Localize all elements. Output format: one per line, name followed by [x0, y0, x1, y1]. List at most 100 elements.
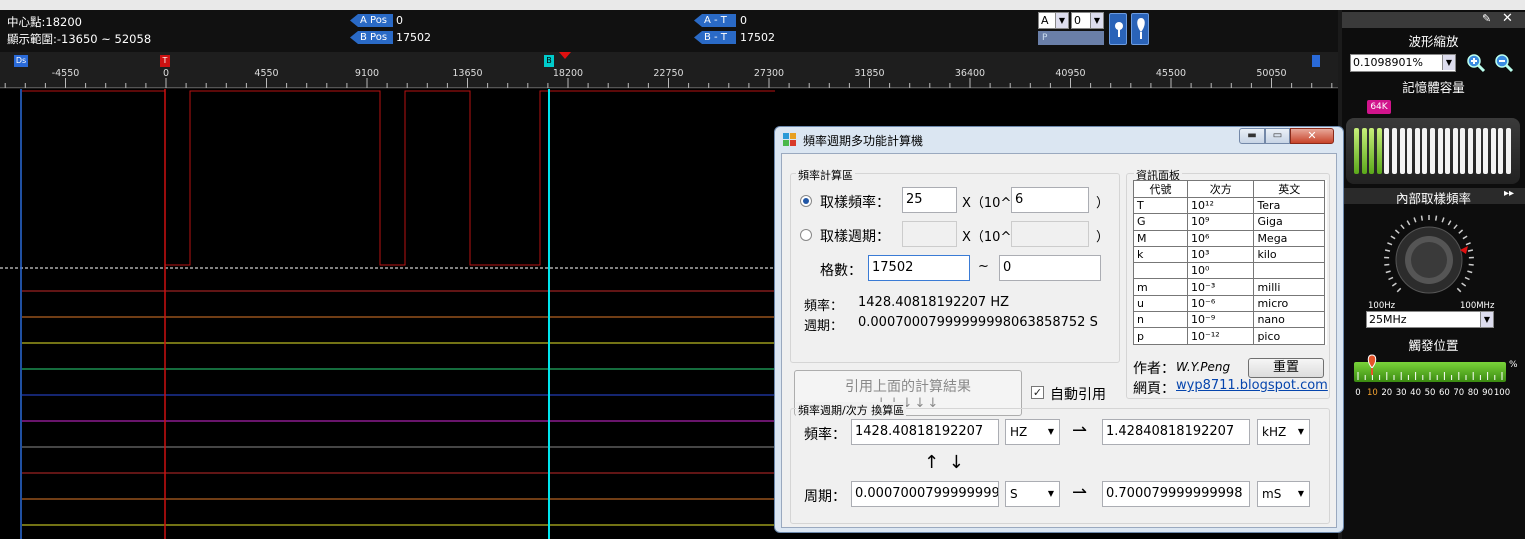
- pin-panel-icon[interactable]: ✎: [1482, 12, 1491, 25]
- minimize-button[interactable]: ▬: [1239, 128, 1265, 144]
- prefix-table-header: 代號: [1132, 180, 1189, 198]
- ruler-tick-label: 36400: [954, 68, 986, 79]
- prefix-table-row: G 10⁹ Giga: [1132, 213, 1325, 231]
- memory-bar-segment: [1483, 128, 1489, 174]
- conv-freq-result[interactable]: 1.42840818192207: [1102, 419, 1250, 445]
- sample-max-label: 100MHz: [1460, 301, 1495, 311]
- sample-freq-radio[interactable]: [800, 195, 812, 207]
- prefix-table-cell: pico: [1253, 327, 1325, 345]
- auto-cite-label: 自動引用: [1050, 387, 1106, 403]
- prefix-table-row: n 10⁻⁹ nano: [1132, 311, 1325, 329]
- a-t-tag: A - T: [694, 14, 736, 27]
- b-pos-tag: B Pos: [350, 31, 394, 44]
- conv-period-result[interactable]: 0.700079999999998: [1102, 481, 1250, 507]
- zoom-select[interactable]: 0.1098901% ▼: [1350, 54, 1456, 72]
- trigger-scale-label: 70: [1453, 388, 1465, 398]
- zoom-in-icon[interactable]: [1466, 53, 1486, 73]
- conv-period-input[interactable]: 0.0007000799999999: [851, 481, 999, 507]
- conv-period-result-unit-select[interactable]: mS ▼: [1257, 481, 1310, 507]
- prefix-table-cell: 10⁻⁶: [1187, 294, 1255, 313]
- memory-bar-segment: [1430, 128, 1435, 174]
- number-select[interactable]: 0 ▼: [1071, 12, 1104, 29]
- sample-rate-select[interactable]: 25MHz ▼: [1366, 311, 1494, 328]
- conv-freq-unit-select[interactable]: HZ ▼: [1005, 419, 1060, 445]
- trigger-scale-label: 90: [1482, 388, 1494, 398]
- reset-button[interactable]: 重置: [1248, 358, 1324, 378]
- web-link[interactable]: wyp8711.blogspot.com: [1176, 378, 1328, 393]
- ds-marker[interactable]: Ds: [14, 55, 28, 67]
- channel0-trace: [22, 90, 775, 266]
- pin-up-button[interactable]: [1131, 13, 1149, 45]
- prefix-table-cell: n: [1132, 311, 1189, 329]
- ruler-tick-label: 9100: [354, 68, 380, 79]
- prefix-table-cell: milli: [1253, 278, 1325, 296]
- maximize-button[interactable]: ▭: [1265, 128, 1290, 144]
- prefix-table-header: 次方: [1187, 180, 1255, 198]
- prefix-table-row: u 10⁻⁶ micro: [1132, 294, 1325, 313]
- web-label: 網頁：: [1133, 381, 1175, 397]
- grid-count-label: 格數：: [820, 263, 862, 279]
- a-pos-value: 0: [396, 14, 403, 27]
- time-ruler[interactable]: Ds T B -4550 0 4550 9100 13650 18200 22750 2730…: [0, 52, 1338, 88]
- author-name: W.Y.Peng: [1176, 360, 1231, 374]
- trigger-scale-label: 30: [1395, 388, 1407, 398]
- memory-bar-segment: [1445, 128, 1451, 174]
- prefix-table-cell: Giga: [1253, 213, 1325, 231]
- trigger-marker[interactable]: T: [160, 55, 170, 67]
- memory-bar-segment: [1407, 128, 1413, 174]
- trigger-scale-label: 50: [1424, 388, 1436, 398]
- exponent-input-1[interactable]: 6: [1011, 187, 1089, 213]
- prefix-table-cell: 10³: [1187, 245, 1255, 264]
- prefix-table-cell: 10⁻⁹: [1187, 311, 1255, 329]
- prefix-table-cell: Mega: [1253, 229, 1325, 247]
- sample-min-label: 100Hz: [1368, 301, 1396, 311]
- auto-cite-checkbox[interactable]: ✓: [1031, 386, 1044, 399]
- memory-badge: 64K: [1367, 100, 1391, 114]
- sample-period-radio[interactable]: [800, 229, 812, 241]
- prefix-table-cell: 10⁰: [1187, 262, 1255, 280]
- prefix-table-cell: G: [1132, 213, 1189, 231]
- dialog-titlebar[interactable]: 頻率週期多功能計算機 ▬ ▭ ✕: [775, 127, 1343, 153]
- close-button[interactable]: ✕: [1290, 128, 1334, 144]
- a-pos-tag: A Pos: [350, 14, 394, 27]
- conv-period-label: 周期：: [804, 489, 846, 505]
- dialog-title: 頻率週期多功能計算機: [803, 134, 924, 148]
- center-point-label: 中心點:18200: [7, 15, 82, 29]
- b-marker[interactable]: B: [544, 55, 554, 67]
- ruler-tick-label: 27300: [753, 68, 785, 79]
- close-paren-1: ）: [1096, 196, 1110, 211]
- memory-bar-segment: [1460, 128, 1466, 174]
- ruler-tick-label: 31850: [854, 68, 885, 79]
- zoom-out-icon[interactable]: [1494, 53, 1514, 73]
- conv-period-unit-select[interactable]: S ▼: [1005, 481, 1060, 507]
- memory-slider[interactable]: [1346, 118, 1520, 184]
- sample-freq-input[interactable]: 25: [902, 187, 957, 213]
- close-panel-icon[interactable]: ✕: [1502, 11, 1513, 26]
- memory-bar-segment: [1361, 128, 1367, 174]
- sample-rate-knob[interactable]: [1374, 210, 1484, 310]
- trigger-thumb-icon[interactable]: [1365, 354, 1379, 376]
- trigger-scale-label: 0: [1355, 388, 1361, 398]
- prefix-table-row: 10⁰: [1132, 262, 1325, 280]
- grid-count-input-2[interactable]: 0: [999, 255, 1101, 281]
- conv-freq-result-unit-select[interactable]: kHZ ▼: [1257, 419, 1310, 445]
- ruler-tick-label: 0: [162, 68, 170, 79]
- memory-bar-segment: [1392, 128, 1397, 174]
- memory-bar-segment: [1399, 128, 1405, 174]
- expand-icon[interactable]: ▸▸: [1504, 188, 1514, 199]
- prefix-table-cell: 10⁻¹²: [1187, 327, 1255, 345]
- sample-period-input[interactable]: [902, 221, 957, 247]
- pin-down-button[interactable]: [1109, 13, 1127, 45]
- dialog-body: 頻率計算區 取樣頻率： 25 X（10^ 6 ） 取樣週期： X（10^ ） 格…: [781, 153, 1337, 528]
- conv-freq-input[interactable]: 1428.40818192207: [851, 419, 999, 445]
- memory-bar-segment: [1376, 128, 1382, 174]
- freq-result-label: 頻率：: [804, 299, 844, 314]
- memory-bar-segment: [1422, 128, 1428, 174]
- p-bar: P: [1038, 31, 1104, 45]
- channel-select[interactable]: A ▼: [1038, 12, 1069, 29]
- ruler-tick-label: 13650: [452, 68, 483, 79]
- app-icon: [783, 133, 796, 146]
- exponent-input-2[interactable]: [1011, 221, 1089, 247]
- a-t-value: 0: [740, 14, 747, 27]
- grid-count-input[interactable]: 17502: [868, 255, 970, 281]
